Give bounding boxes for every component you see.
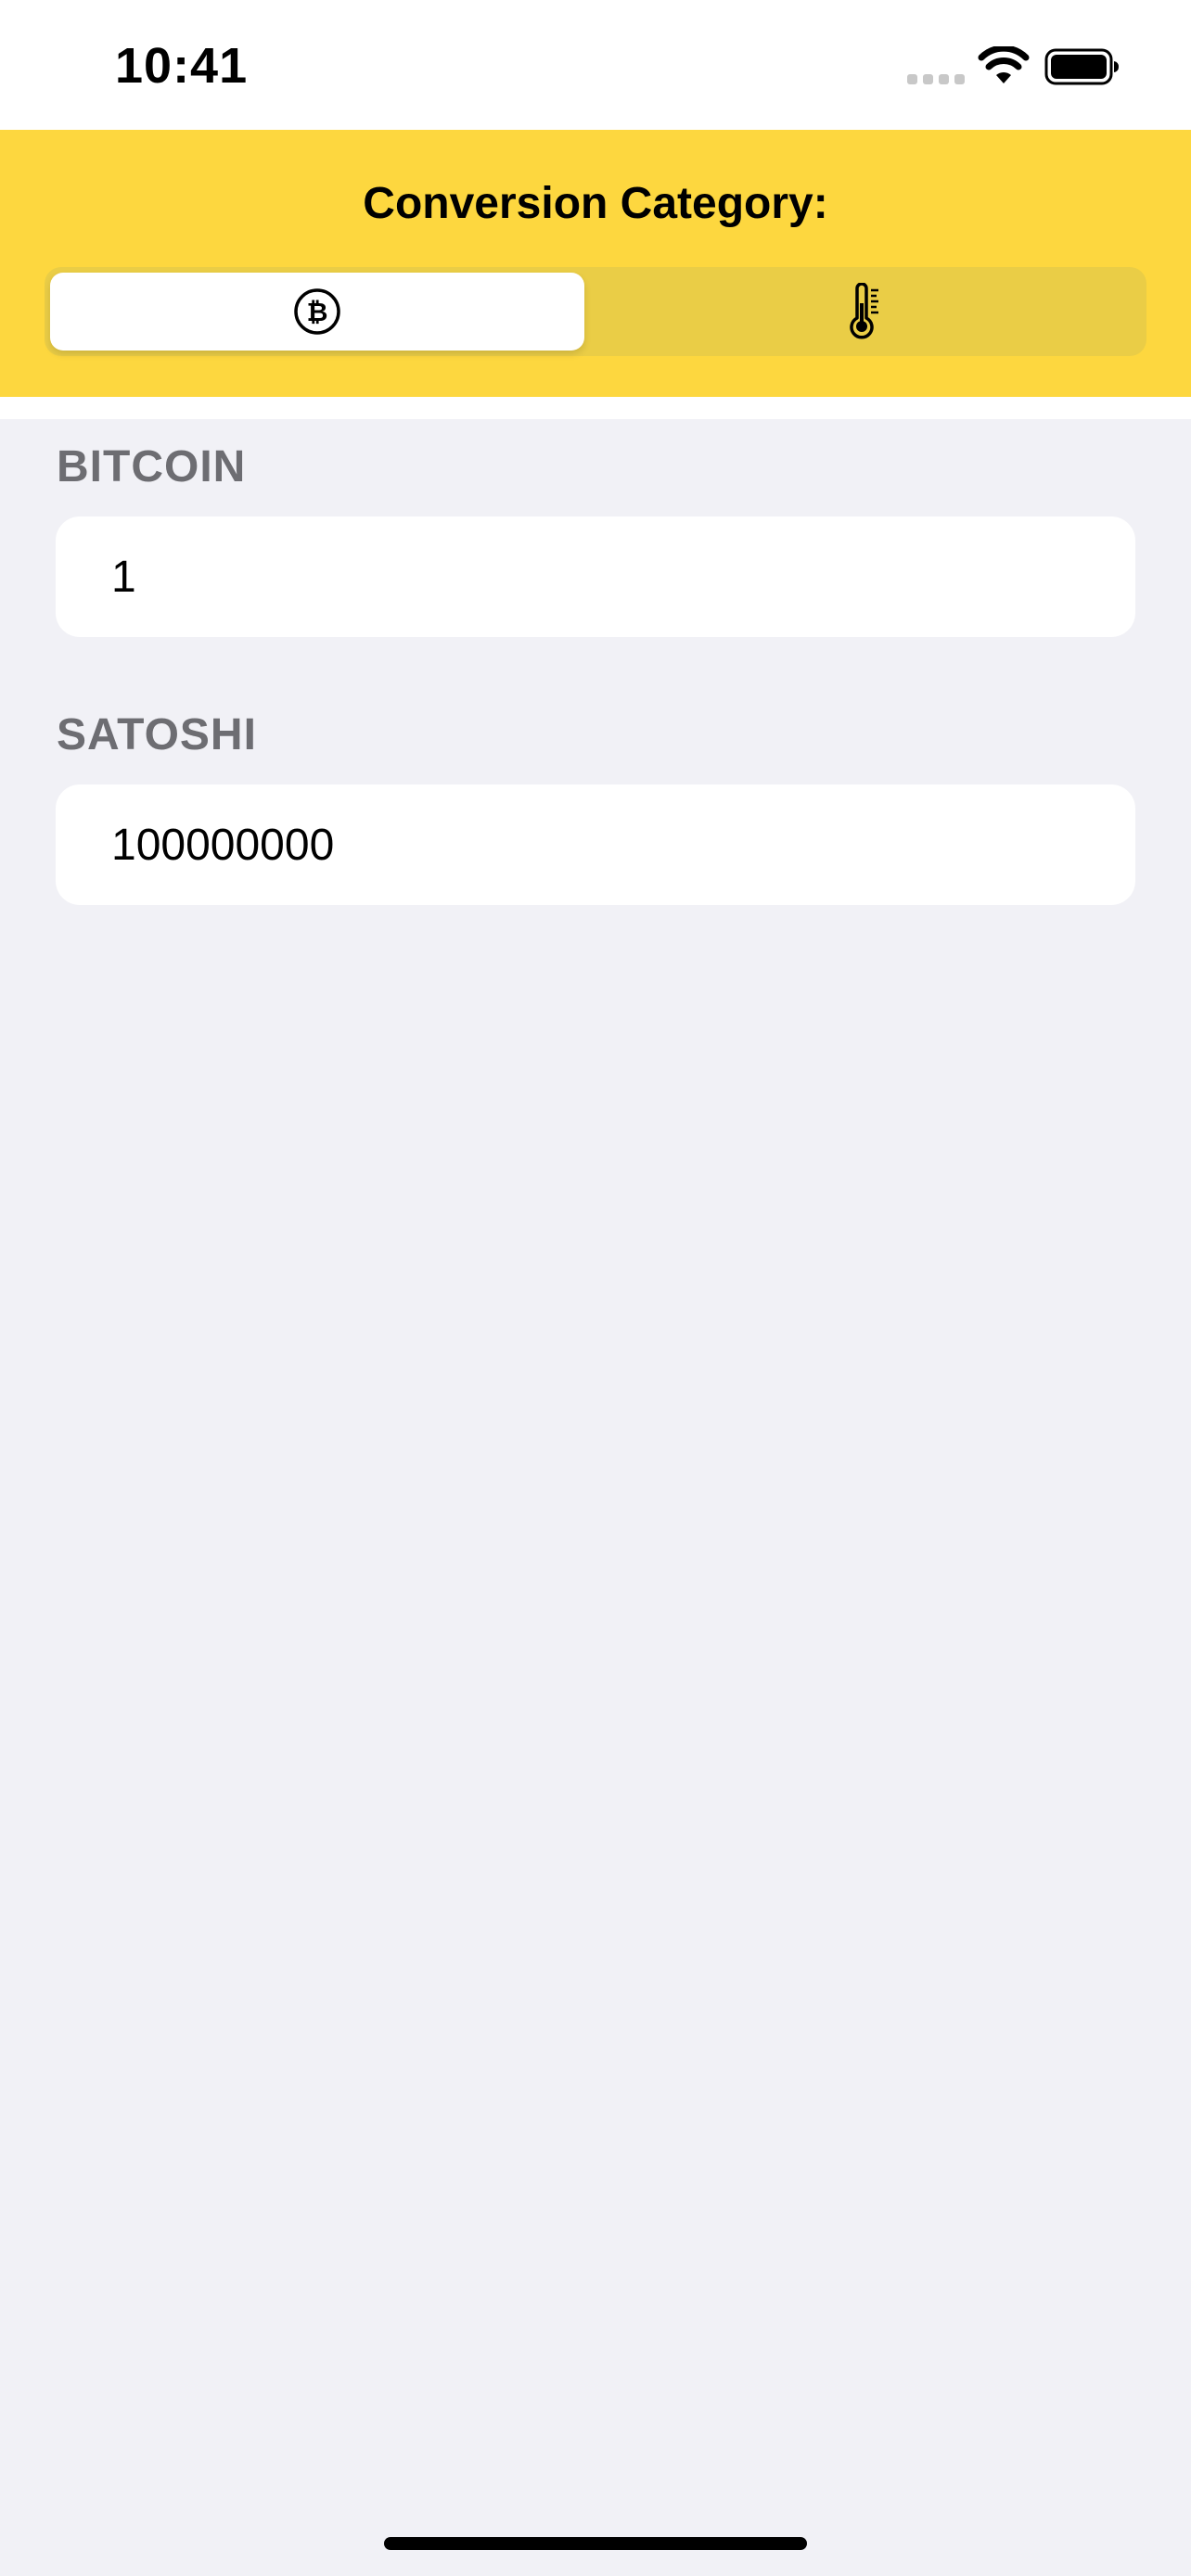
segment-bitcoin[interactable]: ₿ <box>50 273 584 351</box>
satoshi-value: 100000000 <box>111 820 335 870</box>
bitcoin-input[interactable]: 1 <box>56 516 1135 637</box>
battery-icon <box>1044 48 1119 85</box>
satoshi-input[interactable]: 100000000 <box>56 784 1135 905</box>
bitcoin-value: 1 <box>111 552 136 602</box>
thermometer-icon <box>850 283 878 339</box>
header-title: Conversion Category: <box>363 179 828 228</box>
svg-text:₿: ₿ <box>307 297 328 327</box>
conversion-header: Conversion Category: ₿ <box>0 130 1191 397</box>
status-bar: 10:41 <box>0 0 1191 130</box>
bitcoin-label: BITCOIN <box>57 442 247 491</box>
header-separator <box>0 397 1191 419</box>
home-indicator[interactable] <box>384 2537 807 2550</box>
category-segmented-control[interactable]: ₿ <box>45 267 1146 356</box>
status-time: 10:41 <box>115 38 249 94</box>
satoshi-label: SATOSHI <box>57 710 257 759</box>
cellular-signal-icon <box>907 74 965 84</box>
segment-temperature[interactable] <box>590 273 1141 351</box>
wifi-icon <box>978 46 1030 83</box>
bitcoin-icon: ₿ <box>294 288 340 335</box>
